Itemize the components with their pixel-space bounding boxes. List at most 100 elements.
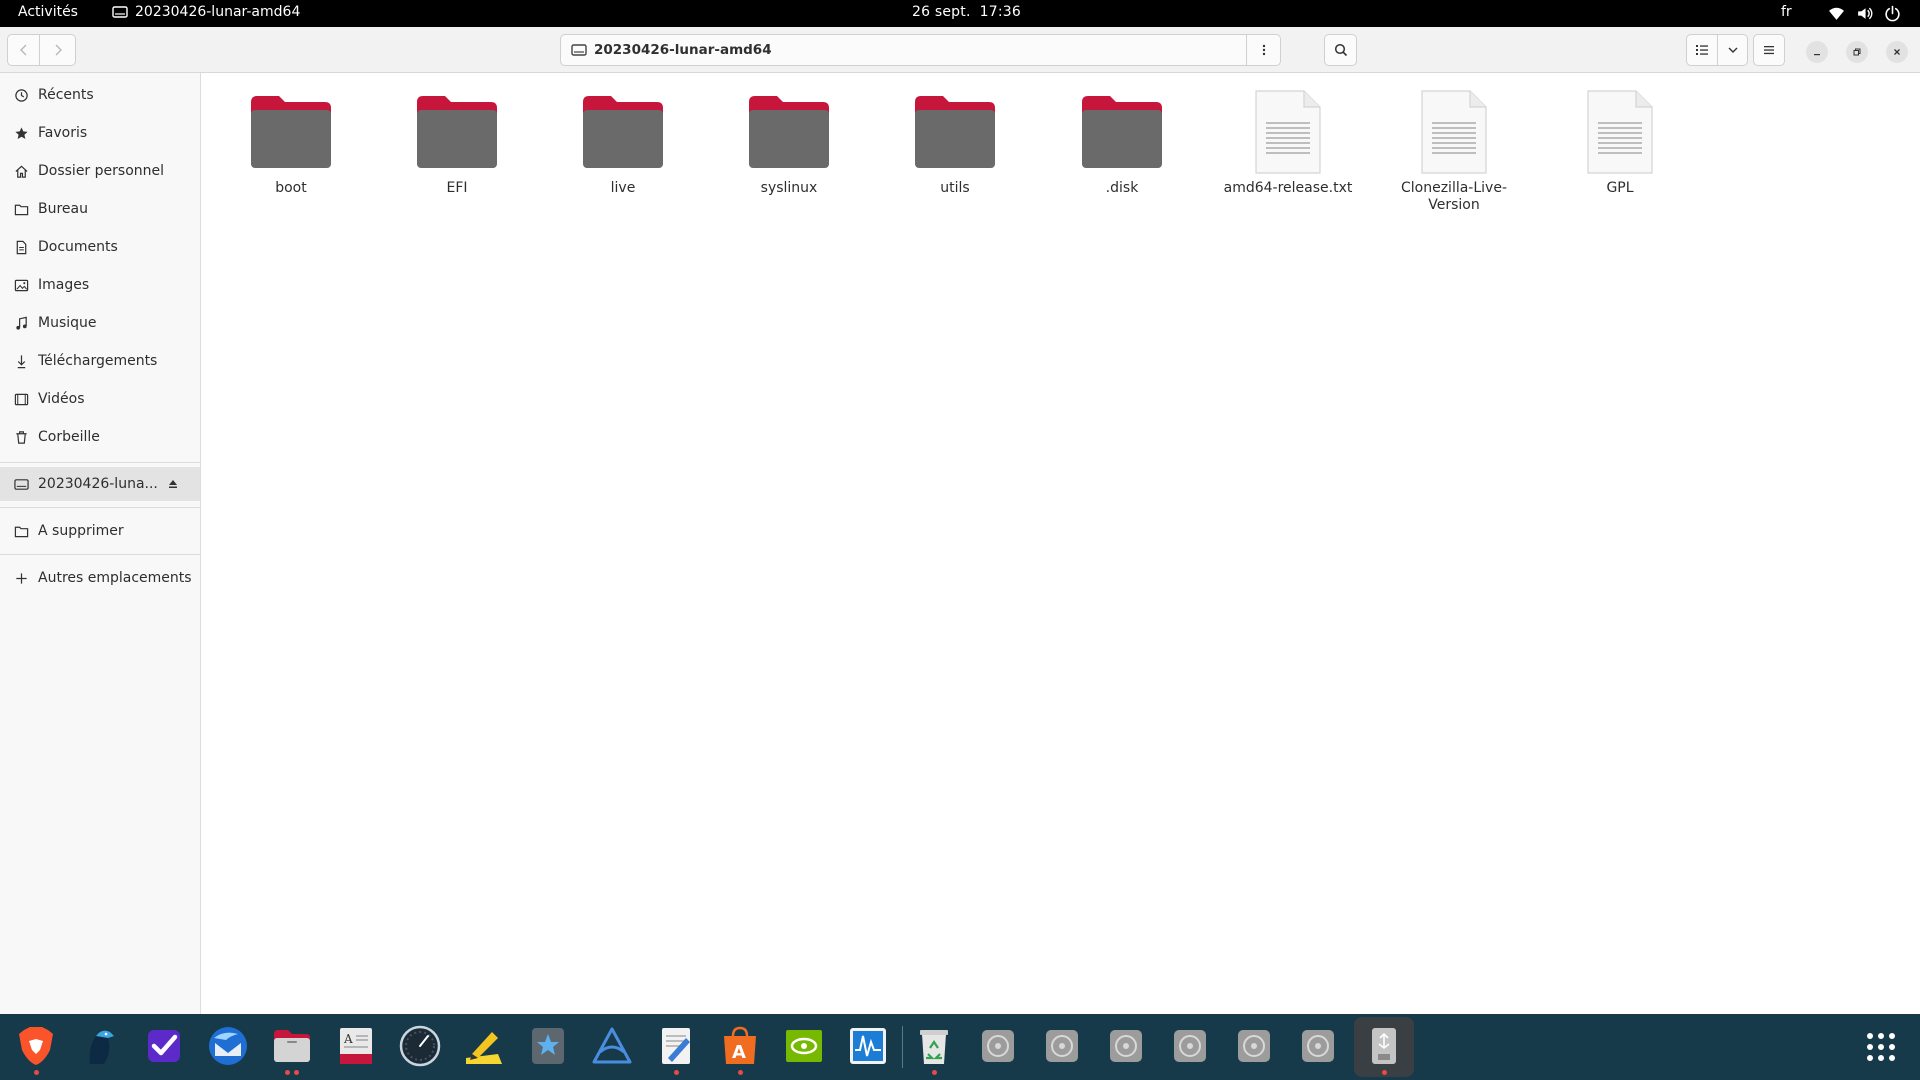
sidebar-item-videos[interactable]: Vidéos <box>0 382 200 416</box>
sidebar-item-documents[interactable]: Documents <box>0 230 200 264</box>
drive-icon <box>571 44 587 56</box>
restore-button[interactable] <box>1846 41 1868 63</box>
chevron-down-icon <box>1728 47 1737 53</box>
header-bar: 20230426-lunar-amd64 <box>0 27 1920 73</box>
sidebar-item-desktop[interactable]: Bureau <box>0 192 200 226</box>
back-button[interactable] <box>7 34 40 66</box>
app-menu[interactable]: 20230426-lunar-amd64 <box>112 4 300 20</box>
disc-icon <box>1110 1030 1142 1062</box>
file-item-folder[interactable]: utils <box>890 88 1020 197</box>
system-status-area[interactable] <box>1828 5 1901 22</box>
disc-icon <box>982 1030 1014 1062</box>
file-item-text[interactable]: amd64-release.txt <box>1223 88 1353 197</box>
sidebar-item-label: Vidéos <box>38 391 85 407</box>
dock-app-tasks[interactable] <box>140 1022 188 1070</box>
text-editor-icon <box>662 1028 690 1064</box>
dock-app-affine[interactable] <box>588 1022 636 1070</box>
location-bar[interactable]: 20230426-lunar-amd64 <box>560 34 1281 66</box>
folder-icon <box>417 96 497 168</box>
dock-app-image-viewer[interactable] <box>524 1022 572 1070</box>
sidebar-item-label: Documents <box>38 239 118 255</box>
chevron-right-icon <box>55 44 62 56</box>
document-icon <box>13 239 29 255</box>
thunderbird-icon <box>209 1027 247 1065</box>
minimize-icon <box>1814 54 1820 56</box>
dock-app-disc[interactable] <box>1294 1022 1342 1070</box>
dock-app-system-monitor[interactable] <box>844 1022 892 1070</box>
places-sidebar: Récents Favoris Dossier personnel Bureau… <box>0 73 201 1014</box>
file-name: boot <box>275 180 307 196</box>
download-icon <box>13 353 29 369</box>
file-item-folder[interactable]: .disk <box>1057 88 1187 197</box>
sidebar-item-bookmark[interactable]: A supprimer <box>0 514 200 548</box>
dock-app-dictionary[interactable]: A <box>332 1022 380 1070</box>
sidebar-item-label: Bureau <box>38 201 88 217</box>
sidebar-item-home[interactable]: Dossier personnel <box>0 154 200 188</box>
sidebar-item-mounted-drive[interactable]: 20230426-luna... <box>0 467 200 501</box>
dictionary-icon: A <box>340 1028 372 1064</box>
file-view[interactable]: boot EFI live syslinux utils .disk amd64… <box>202 74 1920 1014</box>
sidebar-item-label: Téléchargements <box>38 353 158 369</box>
sidebar-item-recent[interactable]: Récents <box>0 78 200 112</box>
main-menu-button[interactable] <box>1753 34 1785 66</box>
sidebar-item-other-locations[interactable]: Autres emplacements <box>0 561 200 595</box>
minimize-button[interactable] <box>1806 41 1828 63</box>
dock-app-software-center[interactable]: A <box>716 1022 764 1075</box>
folder-icon <box>13 201 29 217</box>
dock-app-disc[interactable] <box>1102 1022 1150 1070</box>
list-view-button[interactable] <box>1686 34 1718 66</box>
dock-app-thunderbird[interactable] <box>204 1022 252 1070</box>
sidebar-item-label: Dossier personnel <box>38 163 165 179</box>
dock-app-notes[interactable] <box>460 1022 508 1070</box>
file-name: syslinux <box>760 180 818 196</box>
search-button[interactable] <box>1324 34 1357 66</box>
activities-button[interactable]: Activités <box>18 4 78 20</box>
file-item-folder[interactable]: syslinux <box>724 88 854 197</box>
close-icon <box>1894 49 1900 55</box>
forward-button[interactable] <box>40 34 76 66</box>
close-button[interactable] <box>1886 41 1908 63</box>
file-item-folder[interactable]: live <box>558 88 688 197</box>
sidebar-item-label: A supprimer <box>38 523 124 539</box>
sidebar-item-trash[interactable]: Corbeille <box>0 420 200 454</box>
power-icon <box>1885 5 1900 22</box>
dock-app-nvidia-settings[interactable] <box>780 1022 828 1070</box>
view-options-button[interactable] <box>1718 34 1748 66</box>
file-item-folder[interactable]: EFI <box>392 88 522 197</box>
eject-icon[interactable] <box>166 477 180 491</box>
sidebar-item-label: Images <box>38 277 90 293</box>
svg-text:A: A <box>343 1032 353 1046</box>
file-item-folder[interactable]: boot <box>226 88 356 197</box>
file-name: Clonezilla-Live-Version <box>1400 180 1507 213</box>
file-item-text[interactable]: GPL <box>1555 88 1685 197</box>
list-view-icon <box>1696 45 1708 55</box>
file-item-text[interactable]: Clonezilla-Live-Version <box>1389 88 1519 214</box>
show-applications-button[interactable] <box>1864 1030 1898 1064</box>
dock-app-disc[interactable] <box>1230 1022 1278 1070</box>
dock-app-brave[interactable] <box>12 1022 60 1075</box>
sidebar-item-label: 20230426-luna... <box>38 476 158 492</box>
dock-app-usb-drive[interactable] <box>1360 1022 1408 1075</box>
dock-separator <box>902 1026 903 1068</box>
sidebar-item-starred[interactable]: Favoris <box>0 116 200 150</box>
dock-app-speedometer[interactable] <box>396 1022 444 1070</box>
dock-app-files[interactable] <box>268 1022 316 1075</box>
location-menu-button[interactable] <box>1246 35 1280 65</box>
dock-app-disc[interactable] <box>974 1022 1022 1070</box>
brave-browser-icon <box>19 1027 53 1065</box>
sidebar-item-label: Favoris <box>38 125 88 141</box>
keyboard-layout-indicator[interactable]: fr <box>1781 4 1792 20</box>
sidebar-item-music[interactable]: Musique <box>0 306 200 340</box>
sidebar-item-pictures[interactable]: Images <box>0 268 200 302</box>
dock-app-bird[interactable] <box>76 1022 124 1070</box>
dock-app-disc[interactable] <box>1166 1022 1214 1070</box>
dock-app-trash[interactable] <box>910 1022 958 1075</box>
dock-app-text-editor[interactable] <box>652 1022 700 1075</box>
running-indicator <box>674 1070 679 1075</box>
dock-app-disc[interactable] <box>1038 1022 1086 1070</box>
sidebar-item-downloads[interactable]: Téléchargements <box>0 344 200 378</box>
trash-icon <box>13 429 29 445</box>
sidebar-item-label: Récents <box>38 87 94 103</box>
image-icon <box>13 277 29 293</box>
clock[interactable]: 26 sept. 17:36 <box>912 4 1021 20</box>
